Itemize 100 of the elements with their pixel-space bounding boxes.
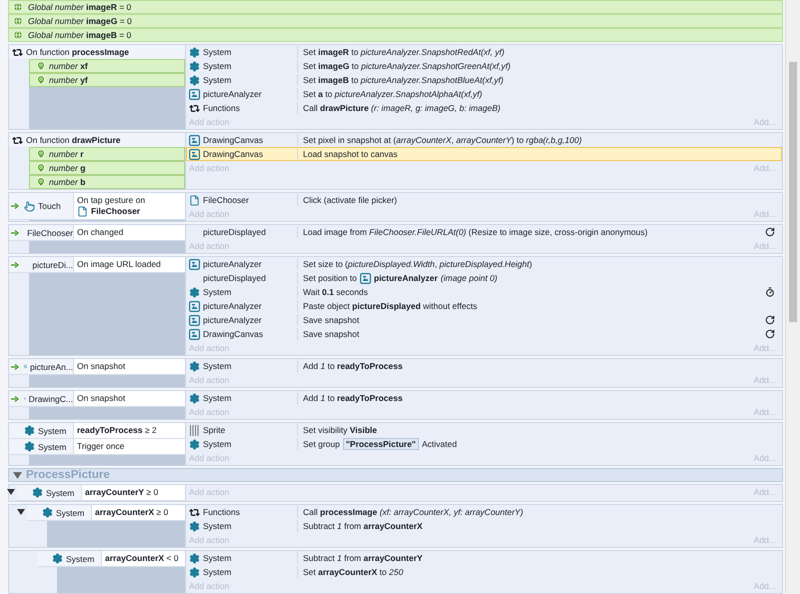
action-row[interactable]: DrawingCanvas Load snapshot to canvas — [186, 147, 782, 161]
action-text: Add 1 to readyToProcess — [303, 393, 403, 403]
action-row[interactable]: pictureAnalyzer Set a to pictureAnalyzer.SnapshotAlphaAt(xf,yf) — [186, 87, 782, 101]
action-row[interactable]: System Set imageG to pictureAnalyzer.SnapshotGreenAt(xf,yf) — [186, 59, 782, 73]
action-row[interactable]: System Set arrayCounterX to 250 — [186, 565, 782, 579]
gear-icon — [189, 286, 200, 298]
action-parameter: Activated — [422, 439, 457, 449]
condition-object[interactable]: System — [37, 551, 102, 566]
condition-label: arrayCounterX < 0 — [105, 553, 178, 564]
function-parameter[interactable]: number g — [29, 161, 185, 175]
function-signature: On function drawPicture — [26, 135, 120, 145]
global-variable[interactable]: Global number imageR = 0 — [8, 0, 783, 14]
object-name: System — [203, 61, 232, 71]
object-name: System — [203, 75, 232, 85]
object-name: Touch — [38, 201, 61, 211]
gear-icon — [52, 553, 63, 564]
action-row[interactable]: System Add 1 to readyToProcess — [186, 391, 782, 405]
action-row[interactable]: Sprite Set visibility Visible — [186, 423, 782, 437]
action-row[interactable]: System Wait 0.1 seconds — [186, 285, 782, 299]
action-row[interactable]: DrawingCanvas Save snapshot — [186, 327, 782, 341]
action-row[interactable]: System Subtract 1 from arrayCounterX — [186, 519, 782, 533]
action-row[interactable]: System Subtract 1 from arrayCounterY — [186, 551, 782, 565]
object-name: System — [203, 393, 232, 403]
condition-text[interactable]: arrayCounterX < 0 — [102, 551, 185, 566]
condition-text[interactable]: arrayCounterY ≥ 0 — [82, 485, 185, 500]
object-name: System — [203, 361, 232, 371]
function-parameter[interactable]: number r — [29, 147, 185, 161]
condition-text[interactable]: arrayCounterX ≥ 0 — [92, 505, 185, 520]
gear-icon — [24, 425, 35, 436]
action-row[interactable]: System Set imageB to pictureAnalyzer.SnapshotBlueAt(xf,yf) — [186, 73, 782, 87]
action-row[interactable]: System Add 1 to readyToProcess — [186, 359, 782, 373]
collapse-triangle-icon[interactable] — [17, 508, 25, 516]
action-row[interactable]: Functions Call processImage (xf: arrayCounterX, yf: arrayCounterY) — [186, 505, 782, 519]
action-text: Save snapshot — [303, 329, 360, 339]
object-name: DrawingCanvas — [203, 149, 263, 159]
condition-object[interactable]: System — [27, 505, 92, 520]
condition-object[interactable]: DrawingC... — [9, 391, 74, 406]
gear-icon — [189, 566, 200, 578]
object-name: System — [56, 508, 84, 518]
gear-icon — [189, 392, 200, 404]
condition-object[interactable]: Touch — [9, 193, 74, 219]
condition-object[interactable]: FileChooser — [9, 225, 74, 240]
function-parameter[interactable]: number xf — [29, 59, 185, 73]
repeat-arrows-icon — [189, 506, 200, 518]
condition-object[interactable]: System — [17, 485, 82, 500]
condition-object[interactable]: System — [9, 439, 74, 454]
condition-text[interactable]: Trigger once — [74, 439, 185, 454]
global-variable[interactable]: Global number imageG = 0 — [8, 14, 783, 28]
action-row[interactable]: pictureDisplayed Load image from FileChooser.FileURLAt(0) (Resize to image size, cross-origin anonymous) — [186, 225, 782, 239]
action-row[interactable]: Functions Call drawPicture (r: imageR, g: imageG, b: imageB) — [186, 101, 782, 115]
condition-text[interactable]: On tap gesture on FileChooser — [74, 193, 185, 219]
action-text: Set group — [303, 439, 340, 449]
condition-text[interactable]: On snapshot — [74, 359, 185, 374]
condition-label: arrayCounterY ≥ 0 — [85, 487, 158, 498]
condition-label: readyToProcess ≥ 2 — [77, 425, 157, 436]
object-name: DrawingCanvas — [203, 329, 263, 339]
action-row[interactable]: System Set imageR to pictureAnalyzer.SnapshotRedAt(xf, yf) — [186, 45, 782, 59]
action-row[interactable]: pictureDisplayed Set position to pictureAnalyzer (image point 0) — [186, 271, 782, 285]
action-text: Subtract 1 from arrayCounterY — [303, 553, 423, 563]
function-parameter[interactable]: number b — [29, 175, 185, 189]
action-row[interactable]: pictureAnalyzer Set size to (pictureDisplayed.Width, pictureDisplayed.Height) — [186, 257, 782, 271]
gear-icon — [189, 74, 200, 86]
condition-object[interactable]: pictureAn... — [9, 359, 74, 374]
scrollbar[interactable] — [785, 0, 800, 594]
scrollbar-thumb[interactable] — [789, 62, 797, 322]
condition-text[interactable]: On image URL loaded — [74, 257, 185, 272]
condition-text[interactable]: On snapshot — [74, 391, 185, 406]
object-name: DrawingCanvas — [203, 135, 263, 145]
function-header[interactable]: On function processImage — [9, 45, 185, 59]
condition-text[interactable]: readyToProcess ≥ 2 — [74, 423, 185, 438]
condition-target: FileChooser — [91, 206, 140, 217]
action-row[interactable]: System Set group "ProcessPicture" Activated — [186, 437, 782, 451]
function-parameter[interactable]: number yf — [29, 73, 185, 87]
action-row[interactable]: pictureAnalyzer Save snapshot — [186, 313, 782, 327]
object-name: System — [203, 521, 232, 531]
condition-text[interactable]: On changed — [74, 225, 185, 240]
action-row[interactable]: FileChooser Click (activate file picker) — [186, 193, 782, 207]
object-name: pictureAn... — [30, 362, 73, 372]
condition-object[interactable]: System — [9, 423, 74, 438]
action-row[interactable]: pictureAnalyzer Paste object pictureDisplayed without effects — [186, 299, 782, 313]
condition-object[interactable]: pictureDi... — [9, 257, 74, 272]
object-name: DrawingC... — [28, 394, 73, 404]
map-pin-icon — [36, 177, 46, 187]
global-variable[interactable]: Global number imageB = 0 — [8, 28, 783, 42]
object-name: Functions — [203, 507, 240, 517]
collapse-triangle-icon[interactable] — [7, 488, 15, 496]
gear-icon — [189, 438, 200, 450]
action-text: Set imageB to pictureAnalyzer.SnapshotBlueAt(xf,yf) — [303, 75, 504, 85]
gear-icon — [32, 487, 43, 498]
gear-icon — [189, 360, 200, 372]
function-header[interactable]: On function drawPicture — [9, 133, 185, 147]
globe-icon — [13, 30, 23, 40]
object-name: pictureAnalyzer — [203, 301, 262, 311]
action-row[interactable]: DrawingCanvas Set pixel in snapshot at (arrayCounterX, arrayCounterY) to rgba(r,b,g,100) — [186, 133, 782, 147]
condition-label: On changed — [77, 227, 124, 238]
parameter-label: number xf — [49, 61, 88, 71]
action-target: pictureAnalyzer — [374, 273, 438, 283]
action-text: Add 1 to readyToProcess — [303, 361, 403, 371]
action-text: Save snapshot — [303, 315, 360, 325]
map-pin-icon — [36, 163, 46, 173]
